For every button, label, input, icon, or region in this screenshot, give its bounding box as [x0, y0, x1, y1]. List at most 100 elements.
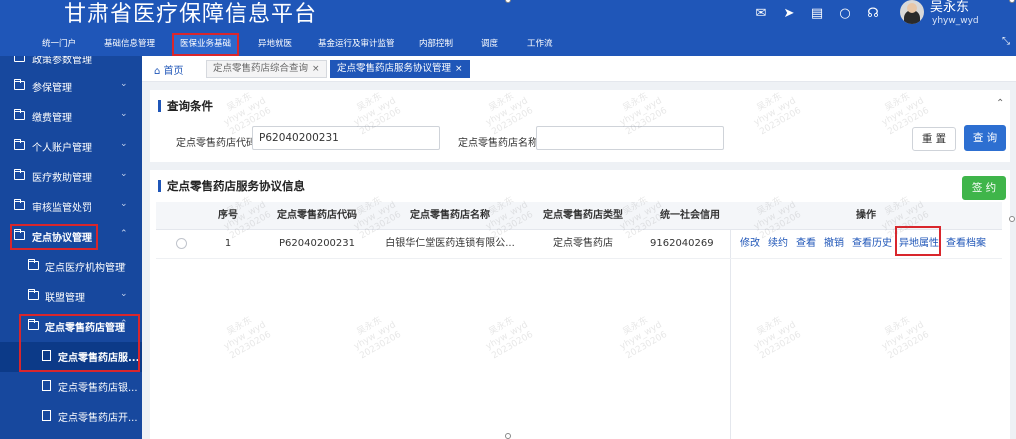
folder-icon	[28, 259, 39, 270]
sidebar-item-enrollment[interactable]: 参保管理 ⌄	[0, 72, 142, 102]
menu-item-workflow[interactable]: 工作流	[527, 33, 553, 56]
sidebar-item-audit-penalty[interactable]: 审核监管处罚 ⌄	[0, 192, 142, 222]
main-menu: 统一门户 基础信息管理 医保业务基础 异地就医 基金运行及审计监管 内部控制 调…	[0, 33, 1016, 56]
avatar[interactable]	[900, 0, 924, 24]
row-divider	[156, 258, 1002, 259]
folder-icon	[14, 139, 25, 150]
menu-item-remote-medical[interactable]: 异地就医	[258, 33, 292, 56]
close-icon[interactable]: ×	[312, 64, 320, 74]
sidebar-item-alliance[interactable]: 联盟管理 ⌄	[0, 282, 142, 312]
mail-icon[interactable]: ✉	[752, 4, 770, 22]
folder-icon	[14, 199, 25, 210]
chevron-down-icon: ⌄	[120, 289, 128, 299]
tab-label: 定点零售药店服务协议管理	[337, 63, 452, 74]
revoke-link[interactable]: 撤销	[824, 230, 844, 258]
table-header: 序号 定点零售药店代码 定点零售药店名称 定点零售药店类型 统一社会信用 操作	[156, 202, 1002, 230]
folder-icon	[28, 289, 39, 300]
folder-icon	[14, 169, 25, 180]
chevron-down-icon: ⌄	[120, 259, 128, 269]
sidebar-item-medical-aid[interactable]: 医疗救助管理 ⌄	[0, 162, 142, 192]
view-history-link[interactable]: 查看历史	[852, 230, 892, 258]
menu-item-basic-info[interactable]: 基础信息管理	[104, 33, 155, 56]
sidebar-item-label: 个人账户管理	[32, 143, 92, 154]
col-index: 序号	[218, 210, 238, 221]
sidebar-item-label: 政策参数管理	[32, 56, 92, 66]
highlight-box	[19, 314, 140, 372]
menu-item-internal-control[interactable]: 内部控制	[419, 33, 453, 56]
user-name[interactable]: 吴永东	[930, 0, 969, 15]
tab-bar: ⌂ 首页 定点零售药店综合查询 × 定点零售药店服务协议管理 ×	[142, 56, 1016, 82]
pharmacy-code-label: 定点零售药店代码	[176, 138, 256, 149]
sidebar-item-pharmacy-open[interactable]: 定点零售药店开...	[0, 402, 142, 432]
sidebar: 政策参数管理 参保管理 ⌄ 缴费管理 ⌄ 个人账户管理 ⌄ 医疗救助管理 ⌄ 审…	[0, 56, 142, 439]
tab-pharmacy-query[interactable]: 定点零售药店综合查询 ×	[206, 60, 327, 78]
tab-home[interactable]: ⌂ 首页	[154, 62, 184, 77]
resize-handle	[505, 433, 511, 439]
folder-icon	[14, 79, 25, 90]
sign-button[interactable]: 签 约	[962, 176, 1006, 200]
top-header: 甘肃省医疗保障信息平台 ✉ ➤ ▤ ○ ☊ 吴永东 yhyw_wyd 统一门户 …	[0, 0, 1016, 56]
sidebar-item-label: 缴费管理	[32, 113, 72, 124]
resize-handle	[1009, 216, 1015, 222]
menu-item-fund-audit[interactable]: 基金运行及审计监管	[318, 33, 395, 56]
sidebar-item-label: 审核监管处罚	[32, 203, 92, 214]
query-panel: 查询条件 ⌃ 定点零售药店代码 定点零售药店名称 重 置 查 询	[150, 90, 1010, 162]
edit-link[interactable]: 修改	[740, 230, 760, 258]
document-icon[interactable]: ▤	[808, 4, 826, 22]
document-icon	[42, 380, 51, 391]
reset-button[interactable]: 重 置	[912, 127, 956, 151]
folder-icon	[14, 56, 25, 62]
app-title: 甘肃省医疗保障信息平台	[64, 2, 318, 27]
sidebar-item-label: 定点医疗机构管理	[45, 263, 125, 274]
table-panel: 定点零售药店服务协议信息 签 约 序号 定点零售药店代码 定点零售药店名称 定点…	[150, 170, 1010, 439]
col-credit: 统一社会信用	[660, 210, 720, 221]
sidebar-item-personal-account[interactable]: 个人账户管理 ⌄	[0, 132, 142, 162]
sidebar-item-label: 医疗救助管理	[32, 173, 92, 184]
headset-icon[interactable]: ☊	[864, 4, 882, 22]
close-icon[interactable]: ×	[455, 64, 463, 74]
menu-item-insurance-basic[interactable]: 医保业务基础	[172, 33, 240, 56]
chevron-up-icon: ⌃	[120, 229, 128, 239]
menu-item-portal[interactable]: 统一门户	[42, 33, 76, 56]
sidebar-item-medical-institution[interactable]: 定点医疗机构管理 ⌄	[0, 252, 142, 282]
chevron-up-icon[interactable]: ⌃	[996, 98, 1004, 109]
menu-item-dispatch[interactable]: 调度	[481, 33, 498, 56]
query-button[interactable]: 查 询	[964, 125, 1006, 151]
send-icon[interactable]: ➤	[780, 4, 798, 22]
chevron-down-icon: ⌄	[120, 169, 128, 179]
user-id: yhyw_wyd	[932, 16, 979, 26]
col-type: 定点零售药店类型	[543, 210, 623, 221]
chat-icon[interactable]: ○	[836, 4, 854, 22]
view-archive-link[interactable]: 查看档案	[946, 230, 986, 258]
home-icon: ⌂	[154, 66, 161, 77]
sidebar-item-label: 联盟管理	[45, 293, 85, 304]
highlight-box	[10, 224, 98, 250]
tab-home-label: 首页	[163, 66, 184, 77]
row-operations: 修改 续约 查看 撤销 查看历史 异地属性 查看档案	[150, 230, 1010, 258]
sidebar-item-label: 参保管理	[32, 83, 72, 94]
col-operations: 操作	[856, 210, 876, 221]
sidebar-item-label: 定点零售药店开...	[58, 413, 138, 424]
tab-pharmacy-agreement[interactable]: 定点零售药店服务协议管理 ×	[330, 60, 470, 78]
document-icon	[42, 410, 51, 421]
pharmacy-name-input[interactable]	[536, 126, 724, 150]
highlight-box	[895, 226, 941, 256]
sidebar-item-payment[interactable]: 缴费管理 ⌄	[0, 102, 142, 132]
renew-link[interactable]: 续约	[768, 230, 788, 258]
pharmacy-code-input[interactable]	[252, 126, 440, 150]
view-link[interactable]: 查看	[796, 230, 816, 258]
chevron-down-icon: ⌄	[120, 139, 128, 149]
col-name: 定点零售药店名称	[410, 210, 490, 221]
tab-label: 定点零售药店综合查询	[213, 63, 309, 74]
chevron-down-icon: ⌄	[120, 109, 128, 119]
main-content: 查询条件 ⌃ 定点零售药店代码 定点零售药店名称 重 置 查 询 定点零售药店服…	[142, 82, 1016, 439]
pharmacy-name-label: 定点零售药店名称	[458, 138, 538, 149]
folder-icon	[14, 109, 25, 120]
expand-icon[interactable]: ⤡	[1002, 36, 1010, 47]
header-icons: ✉ ➤ ▤ ○ ☊	[752, 4, 882, 22]
chevron-down-icon: ⌄	[120, 199, 128, 209]
sidebar-item-label: 定点零售药店银...	[58, 383, 138, 394]
sidebar-item-pharmacy-bank[interactable]: 定点零售药店银...	[0, 372, 142, 402]
chevron-down-icon: ⌄	[120, 79, 128, 89]
table-title: 定点零售药店服务协议信息	[158, 180, 305, 192]
